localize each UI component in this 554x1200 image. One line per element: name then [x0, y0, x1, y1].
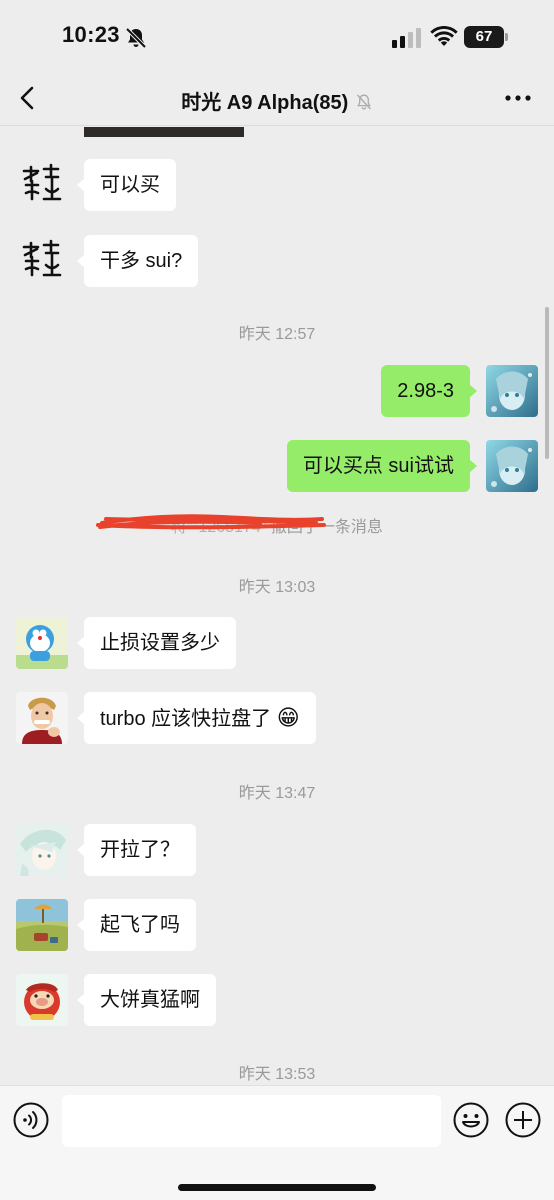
- nav-title-wrap: 时光 A9 Alpha(85): [0, 86, 554, 115]
- avatar[interactable]: [16, 692, 68, 744]
- self-avatar[interactable]: [486, 440, 538, 492]
- message-bubble-sent[interactable]: 可以买点 sui试试: [286, 440, 478, 492]
- message-bubble-sent[interactable]: 2.98-3: [381, 365, 477, 417]
- status-time: 10:23: [62, 22, 120, 47]
- mute-icon: [356, 94, 371, 110]
- calligraphy-avatar-image: [16, 235, 68, 287]
- avatar[interactable]: [16, 235, 68, 287]
- scrollbar[interactable]: [545, 307, 549, 459]
- anime-girl-avatar-image: [486, 440, 538, 492]
- red-pig-avatar-image: [16, 974, 68, 1026]
- signal-icon: [392, 28, 421, 48]
- anime-boy-avatar-image: [16, 824, 68, 876]
- battery-level: 67: [464, 26, 504, 48]
- doraemon-avatar-image: [16, 617, 68, 669]
- voice-icon[interactable]: [13, 1102, 49, 1138]
- landscape-avatar-image: [16, 899, 68, 951]
- nav-bar: 时光 A9 Alpha(85): [0, 72, 554, 126]
- self-avatar[interactable]: [486, 365, 538, 417]
- message-text: turbo 应该快拉盘了: [100, 708, 272, 730]
- chat-title: 时光 A9 Alpha(85): [181, 92, 349, 114]
- redaction-scribble: [96, 514, 326, 530]
- pointing-man-avatar-image: [16, 692, 68, 744]
- message-bubble[interactable]: 大饼真猛啊: [77, 974, 216, 1026]
- message-bubble[interactable]: turbo 应该快拉盘了 😁: [77, 692, 316, 744]
- timestamp: 昨天 12:57: [238, 326, 316, 343]
- plus-icon[interactable]: [505, 1102, 541, 1138]
- status-bar: 10:23 67: [0, 0, 554, 72]
- avatar[interactable]: [16, 617, 68, 669]
- input-bar: [0, 1085, 554, 1200]
- timestamp: 昨天 13:53: [238, 1066, 316, 1083]
- message-bubble[interactable]: 干多 sui?: [76, 235, 199, 287]
- timestamp: 昨天 13:47: [238, 785, 316, 802]
- battery-icon: 67: [464, 26, 508, 48]
- message-input[interactable]: [62, 1095, 441, 1147]
- message-bubble[interactable]: 可以买: [77, 159, 176, 211]
- home-indicator[interactable]: [178, 1184, 376, 1191]
- more-icon[interactable]: [504, 86, 532, 110]
- calligraphy-avatar-image: [16, 159, 68, 211]
- emoji-icon[interactable]: [453, 1102, 489, 1138]
- wifi-icon: [430, 26, 458, 46]
- avatar[interactable]: [16, 824, 68, 876]
- anime-girl-avatar-image: [486, 365, 538, 417]
- avatar[interactable]: [16, 159, 68, 211]
- bell-slash-icon: [125, 27, 147, 49]
- avatar[interactable]: [16, 974, 68, 1026]
- grin-emoji-icon: 😁: [276, 705, 300, 730]
- battery-tip: [505, 33, 508, 41]
- message-bubble[interactable]: 开拉了？: [77, 824, 196, 876]
- message-bubble[interactable]: 止损设置多少: [77, 617, 236, 669]
- image-message[interactable]: [84, 127, 244, 137]
- message-bubble[interactable]: 起飞了吗: [77, 899, 196, 951]
- timestamp: 昨天 13:03: [238, 579, 316, 596]
- avatar[interactable]: [16, 899, 68, 951]
- chat-area[interactable]: 可以买 干多 sui? 昨天 12:57 2.98-3 可以买点 sui试试 蒋…: [0, 127, 554, 1085]
